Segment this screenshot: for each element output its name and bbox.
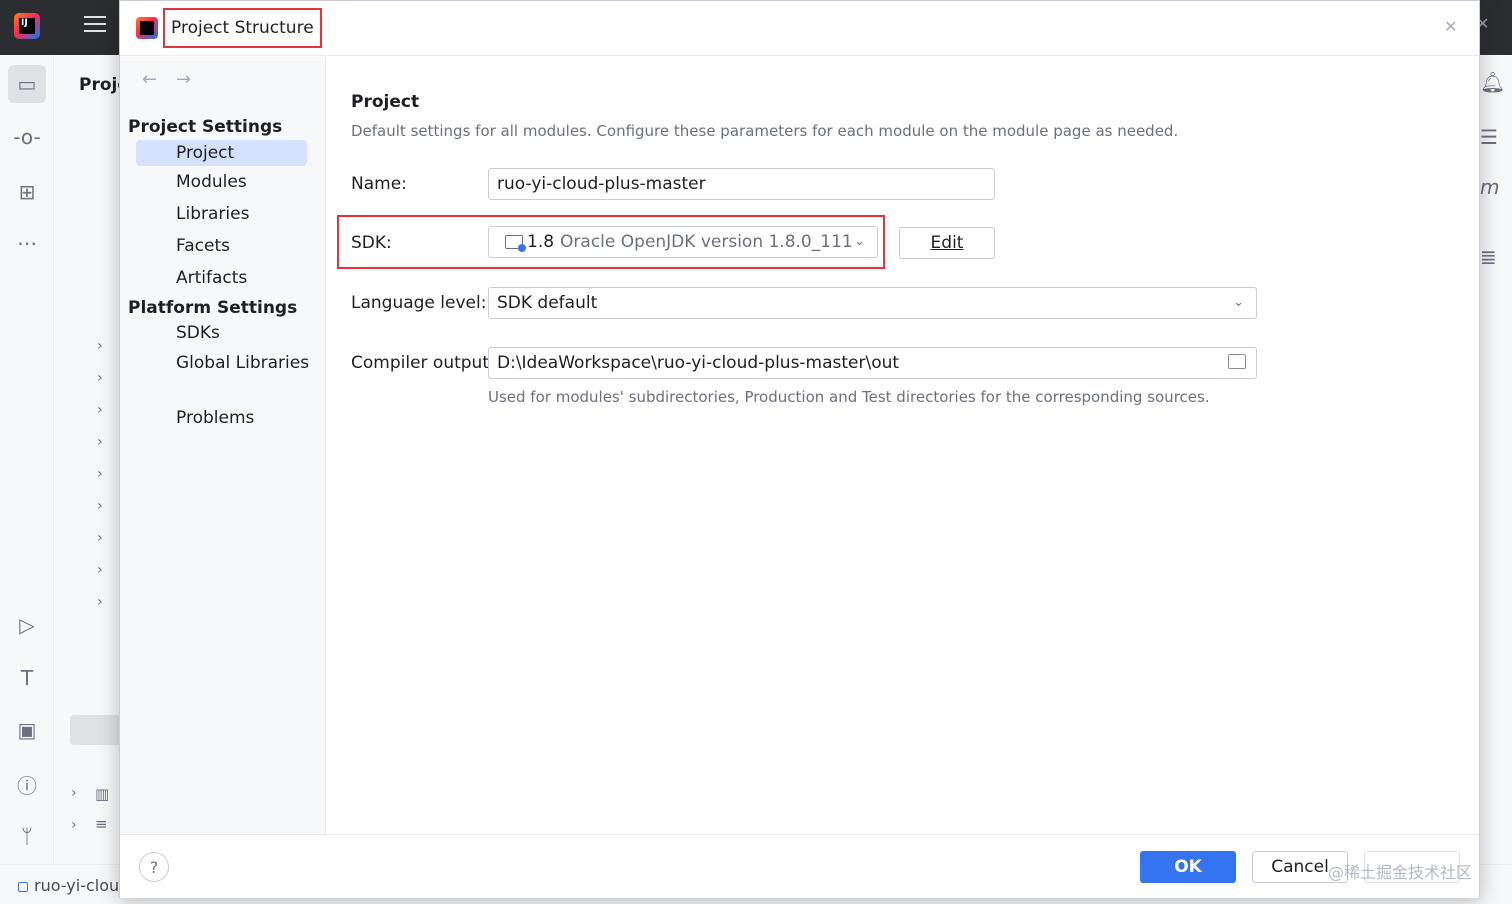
dialog-footer: ? OK Cancel @稀土掘金技术社区: [120, 834, 1479, 898]
commit-icon[interactable]: -o-: [12, 122, 42, 152]
sidebar-item-project[interactable]: Project: [136, 140, 307, 166]
structure-list-icon[interactable]: ≣: [1480, 245, 1512, 269]
arrow-left-icon[interactable]: ←: [142, 69, 157, 90]
group-platform-settings: Platform Settings: [128, 298, 298, 318]
language-level-label: Language level:: [351, 293, 487, 313]
problems-icon[interactable]: ⓘ: [12, 769, 42, 799]
dialog-header: Project Structure ✕: [120, 1, 1479, 56]
project-name-field[interactable]: ruo-yi-cloud-plus-master: [488, 168, 995, 200]
library-icon: ▥: [95, 785, 110, 803]
sdk-label: SDK:: [351, 233, 392, 253]
group-project-settings: Project Settings: [128, 117, 283, 137]
sdk-dropdown[interactable]: 1.8 Oracle OpenJDK version 1.8.0_111 ⌄: [488, 226, 878, 258]
sidebar-item-artifacts[interactable]: Artifacts: [136, 265, 307, 291]
chevron-right-icon[interactable]: ›: [97, 530, 103, 546]
chevron-right-icon[interactable]: ›: [97, 434, 103, 450]
help-button[interactable]: ?: [139, 852, 169, 882]
run-icon[interactable]: ▷: [12, 610, 42, 640]
chevron-down-icon: ⌄: [1233, 295, 1244, 310]
compiler-output-field[interactable]: D:\IdeaWorkspace\ruo-yi-cloud-plus-maste…: [488, 347, 1257, 379]
chevron-right-icon[interactable]: ›: [71, 817, 77, 833]
chevron-down-icon: ⌄: [854, 234, 865, 249]
browse-folder-icon[interactable]: [1228, 354, 1246, 369]
status-project-name: ruo-yi-clou: [34, 876, 120, 895]
watermark: @稀土掘金技术社区: [1328, 863, 1473, 882]
page-title: Project: [351, 92, 420, 112]
chevron-right-icon[interactable]: ›: [97, 498, 103, 514]
sidebar-item-modules[interactable]: Modules: [136, 169, 307, 195]
sidebar-item-sdks[interactable]: SDKs: [136, 320, 307, 346]
terminal-icon[interactable]: ▣: [12, 715, 42, 745]
scratches-icon: ≡: [95, 815, 108, 833]
close-icon[interactable]: ✕: [1444, 17, 1457, 36]
project-settings-pane: Project Default settings for all modules…: [327, 57, 1479, 834]
project-structure-dialog: Project Structure ✕ ← → Project Settings…: [119, 0, 1480, 898]
project-name-value: ruo-yi-cloud-plus-master: [497, 174, 706, 194]
edit-sdk-button[interactable]: Edit: [899, 227, 995, 259]
arrow-right-icon[interactable]: →: [176, 69, 191, 90]
sdk-version: 1.8: [527, 232, 555, 252]
sidebar-item-global-libraries[interactable]: Global Libraries: [136, 350, 309, 376]
project-folder-icon[interactable]: ▭: [8, 65, 46, 103]
tool-window-bar-right: 🔔︎ ☰ m ≣: [1480, 55, 1512, 904]
build-icon[interactable]: T: [12, 663, 42, 693]
name-label: Name:: [351, 174, 407, 194]
module-icon: [18, 881, 28, 892]
main-menu-icon[interactable]: [84, 16, 106, 36]
chevron-right-icon[interactable]: ›: [97, 370, 103, 386]
title-highlight-box: Project Structure: [163, 8, 322, 48]
ok-button[interactable]: OK: [1140, 851, 1236, 883]
sidebar-item-problems[interactable]: Problems: [136, 405, 307, 431]
sidebar-item-facets[interactable]: Facets: [136, 233, 307, 259]
project-tool-window: Proje › › › › › › › › › › ▥ › ≡: [55, 55, 130, 904]
git-icon[interactable]: ᛘ: [12, 821, 42, 851]
intellij-logo-icon: [136, 17, 158, 39]
edit-button-label: Edit: [930, 233, 964, 253]
dialog-sidebar: ← → Project Settings Project Modules Lib…: [120, 57, 326, 834]
structure-icon[interactable]: ⊞: [12, 177, 42, 207]
compiler-output-label: Compiler output:: [351, 353, 495, 373]
maven-icon[interactable]: m: [1480, 175, 1512, 199]
intellij-logo-icon: IJ: [14, 13, 40, 39]
sdk-description: Oracle OpenJDK version 1.8.0_111: [560, 232, 853, 252]
chevron-right-icon[interactable]: ›: [97, 402, 103, 418]
more-icon[interactable]: ⋯: [12, 228, 42, 258]
chevron-right-icon[interactable]: ›: [71, 785, 77, 801]
compiler-output-value: D:\IdeaWorkspace\ruo-yi-cloud-plus-maste…: [497, 353, 900, 373]
tool-window-bar-left: ▭ -o- ⊞ ⋯ ▷ T ▣ ⓘ ᛘ: [0, 55, 54, 904]
chevron-right-icon[interactable]: ›: [97, 562, 103, 578]
chevron-right-icon[interactable]: ›: [97, 338, 103, 354]
chevron-right-icon[interactable]: ›: [97, 466, 103, 482]
sidebar-item-libraries[interactable]: Libraries: [136, 201, 307, 227]
notifications-icon[interactable]: 🔔︎: [1480, 70, 1512, 94]
chevron-right-icon[interactable]: ›: [97, 594, 103, 610]
language-level-value: SDK default: [497, 293, 598, 313]
page-description: Default settings for all modules. Config…: [351, 122, 1179, 140]
language-level-dropdown[interactable]: SDK default ⌄: [488, 287, 1257, 319]
jdk-folder-icon: [505, 235, 526, 252]
dialog-title: Project Structure: [171, 18, 314, 38]
database-icon[interactable]: ☰: [1480, 125, 1512, 149]
compiler-output-hint: Used for modules' subdirectories, Produc…: [488, 388, 1210, 406]
